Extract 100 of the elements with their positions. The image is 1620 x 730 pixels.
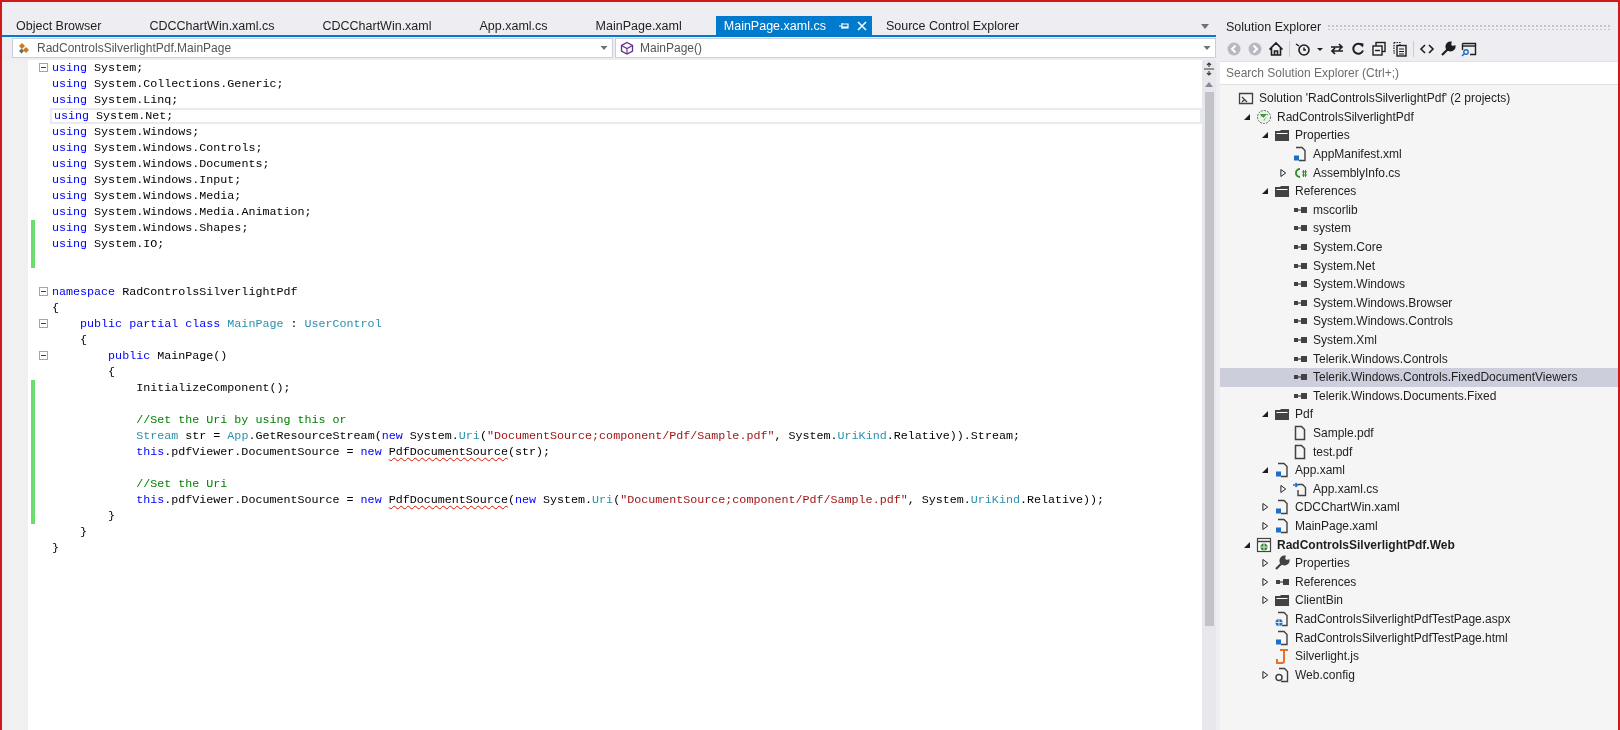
tree-item[interactable]: Web.config [1220, 665, 1618, 684]
folder-icon [1274, 127, 1290, 144]
wrench-icon[interactable] [1440, 41, 1456, 57]
expander-icon[interactable] [1279, 167, 1287, 178]
document-icon [1274, 499, 1290, 516]
document-tab[interactable]: Object Browser [2, 16, 136, 35]
collapse-icon[interactable] [1371, 41, 1387, 57]
tree-item[interactable]: ClientBin [1220, 591, 1618, 610]
code-line: using System.Windows.Shapes; [51, 220, 250, 236]
tree-item[interactable]: RadControlsSilverlightPdf.Web [1220, 535, 1618, 554]
splitter-icon[interactable] [1203, 62, 1215, 76]
tree-item[interactable]: AppManifest.xml [1220, 144, 1618, 164]
code-line: { [51, 300, 60, 316]
file-icon [1292, 443, 1308, 460]
tree-item[interactable]: System.Windows.Controls [1220, 312, 1618, 331]
tree-item[interactable]: Properties [1220, 553, 1618, 573]
expander-icon[interactable] [1261, 466, 1269, 475]
preview-icon[interactable] [1461, 41, 1477, 57]
linked-file-icon [1292, 480, 1308, 497]
expander-icon[interactable] [1243, 540, 1251, 549]
clock-icon[interactable] [1295, 41, 1311, 57]
tree-item[interactable]: Telerik.Windows.Documents.Fixed [1220, 386, 1618, 406]
search-field[interactable]: Search Solution Explorer (Ctrl+;) [1220, 61, 1618, 85]
sync-icon[interactable] [1329, 41, 1345, 57]
document-tab[interactable]: MainPage.xaml.cs [715, 16, 872, 35]
tree-item[interactable]: System.Net [1220, 256, 1618, 275]
scrollbar[interactable] [1202, 60, 1216, 730]
tree-item[interactable]: test.pdf [1220, 442, 1618, 461]
member-dropdown[interactable]: MainPage() [615, 38, 1216, 58]
code-line: namespace RadControlsSilverlightPdf [51, 284, 299, 300]
code-line: using System.Windows.Input; [51, 172, 243, 188]
expander-icon[interactable] [1261, 410, 1269, 419]
collapse-toggle-icon[interactable] [39, 351, 48, 360]
tree-item[interactable]: Sample.pdf [1220, 423, 1618, 443]
collapse-toggle-icon[interactable] [39, 63, 48, 72]
tree-item[interactable]: System.Core [1220, 237, 1618, 257]
expander-icon[interactable] [1261, 669, 1269, 680]
scroll-up-icon[interactable] [1204, 80, 1214, 88]
document-tab[interactable]: MainPage.xaml [581, 16, 716, 35]
method-icon [620, 41, 634, 55]
document-tab[interactable]: CDCChartWin.xaml [308, 16, 466, 35]
folder-icon [1274, 183, 1290, 200]
tree-item[interactable]: MainPage.xaml [1220, 516, 1618, 536]
tree-item[interactable]: system [1220, 219, 1618, 238]
tree-item[interactable]: RadControlsSilverlightPdfTestPage.html [1220, 628, 1618, 647]
web-page-icon [1274, 610, 1290, 627]
code-line: using System.IO; [51, 236, 166, 252]
document-tab[interactable]: App.xaml.cs [465, 16, 582, 35]
collapse-toggle-icon[interactable] [39, 319, 48, 328]
tree-item[interactable]: App.xaml [1220, 460, 1618, 480]
code-line: using System; [51, 60, 145, 76]
expander-icon[interactable] [1261, 558, 1269, 569]
home-icon[interactable] [1268, 41, 1284, 57]
caret-icon [600, 44, 608, 52]
tree-item[interactable]: System.Windows [1220, 274, 1618, 294]
tree-item[interactable]: Pdf [1220, 405, 1618, 424]
tree-item[interactable]: References [1220, 181, 1618, 201]
close-icon[interactable] [855, 19, 868, 32]
expander-icon[interactable] [1243, 112, 1251, 121]
code-line: this.pdfViewer.DocumentSource = new PdfDocumentSource(new System.Uri("DocumentSource;component/Pdf/Sample.pdf", System.UriKind.Relative)); [135, 492, 1106, 508]
caret-icon [1203, 44, 1211, 52]
tree-item[interactable]: RadControlsSilverlightPdf [1220, 107, 1618, 127]
collapse-toggle-icon[interactable] [39, 287, 48, 296]
scroll-thumb[interactable] [1204, 92, 1214, 626]
tree-item[interactable]: System.Xml [1220, 330, 1618, 350]
document-icon [1274, 462, 1290, 479]
expander-icon[interactable] [1261, 520, 1269, 531]
tree-item[interactable]: Properties [1220, 126, 1618, 145]
document-tab[interactable]: CDCChartWin.xaml.cs [135, 16, 309, 35]
expander-icon[interactable] [1261, 187, 1269, 196]
expander-icon[interactable] [1261, 576, 1269, 587]
type-dropdown[interactable]: RadControlsSilverlightPdf.MainPage [12, 38, 613, 58]
code-line: { [79, 332, 89, 348]
code-line: using System.Linq; [51, 92, 180, 108]
tree-item[interactable]: Solution 'RadControlsSilverlightPdf' (2 projects) [1220, 89, 1618, 108]
file-icon [1292, 425, 1308, 441]
expander-icon[interactable] [1261, 502, 1269, 513]
project-icon [1256, 108, 1272, 125]
class-icon [17, 41, 31, 55]
folder-icon [1274, 406, 1290, 423]
tree-item[interactable]: AssemblyInfo.cs [1220, 163, 1618, 182]
document-icon [1274, 629, 1290, 646]
tree-item[interactable]: System.Windows.Browser [1220, 293, 1618, 313]
expander-icon[interactable] [1261, 131, 1269, 140]
documents-icon[interactable] [1392, 41, 1408, 57]
tree-item[interactable]: RadControlsSilverlightPdfTestPage.aspx [1220, 609, 1618, 629]
panel-title: Solution Explorer [1226, 19, 1322, 34]
expander-icon[interactable] [1261, 595, 1269, 606]
tree-item[interactable]: App.xaml.cs [1220, 479, 1618, 499]
refresh-icon[interactable] [1350, 41, 1366, 57]
code-line: this.pdfViewer.DocumentSource = new PdfDocumentSource(str); [135, 444, 551, 460]
tree-item[interactable]: Telerik.Windows.Controls.FixedDocumentViewers [1220, 367, 1618, 387]
tree-item[interactable]: References [1220, 572, 1618, 592]
tree-item[interactable]: mscorlib [1220, 200, 1618, 220]
expander-icon[interactable] [1279, 483, 1287, 494]
document-tab[interactable]: Source Control Explorer [871, 16, 1054, 35]
tree-item[interactable]: Telerik.Windows.Controls [1220, 349, 1618, 368]
web-project-icon [1256, 536, 1272, 553]
tree-item[interactable]: CDCChartWin.xaml [1220, 498, 1618, 517]
tree-item[interactable]: Silverlight.js [1220, 646, 1618, 666]
